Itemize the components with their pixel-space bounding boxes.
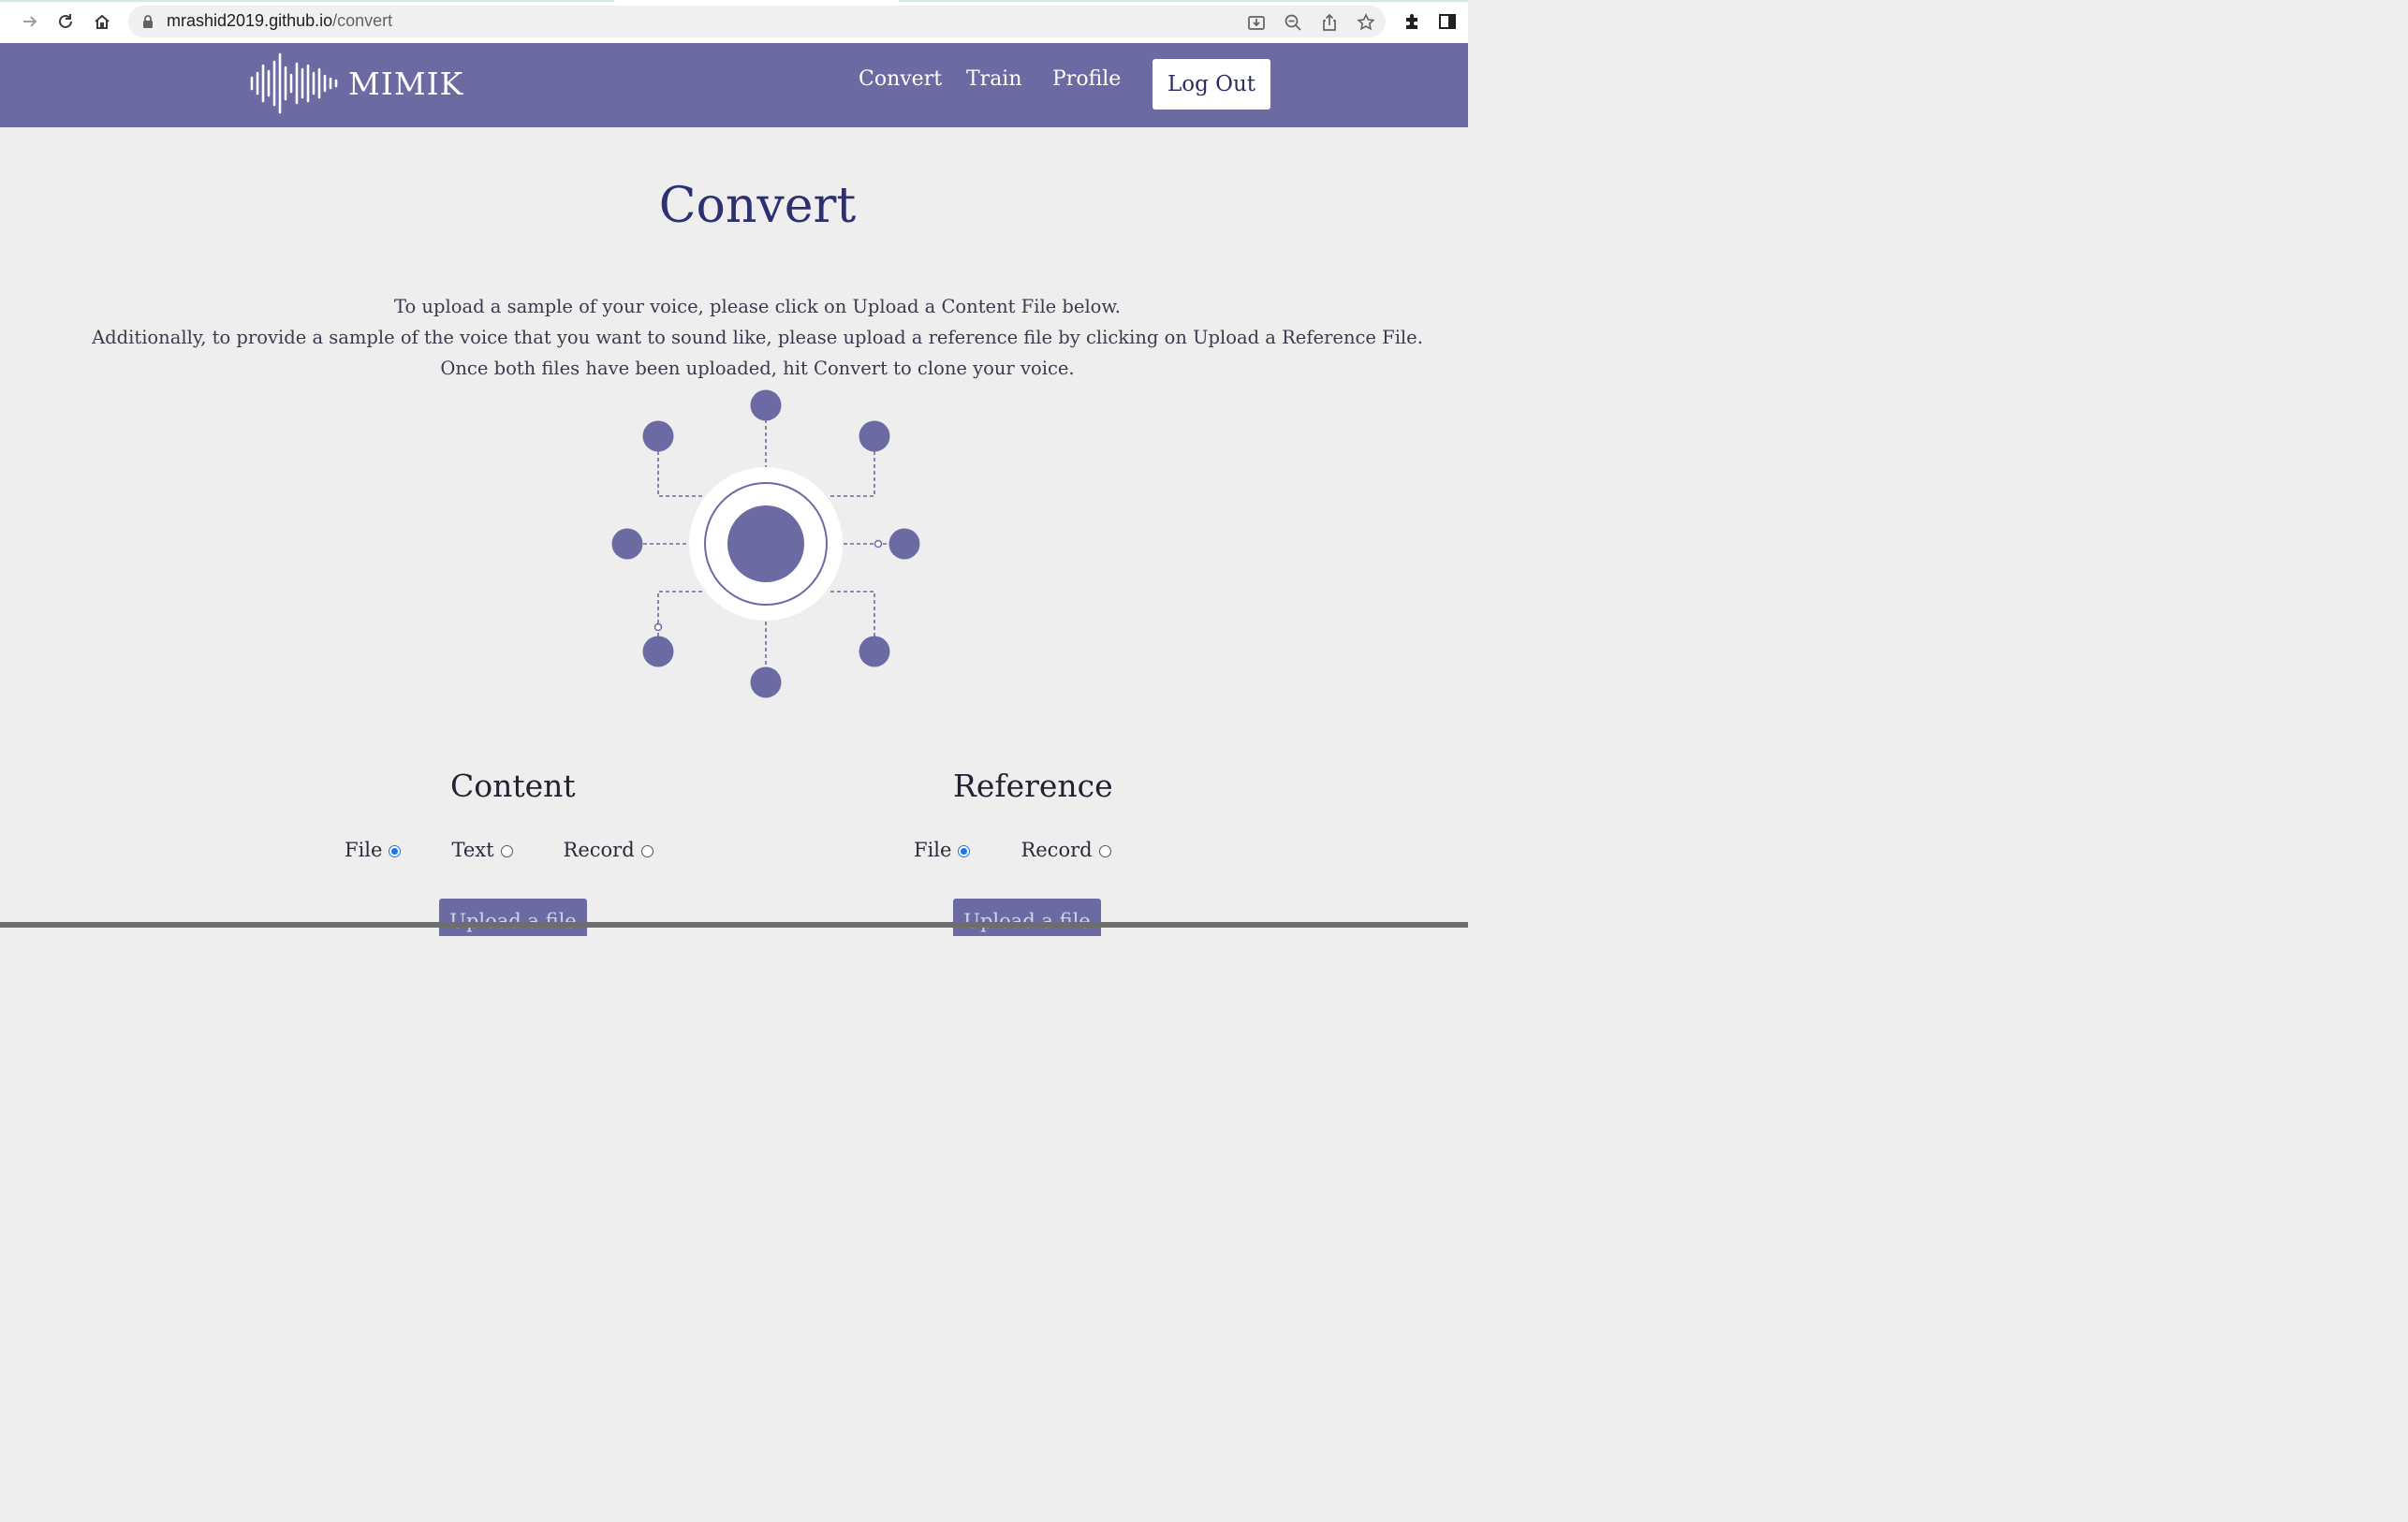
- lock-icon[interactable]: [141, 14, 154, 33]
- loading-indicator: [899, 0, 1468, 2]
- logout-button[interactable]: Log Out: [1153, 59, 1270, 110]
- loading-indicator: [0, 0, 614, 2]
- content-option-record[interactable]: Record: [564, 839, 653, 861]
- reference-option-record[interactable]: Record: [1020, 839, 1111, 861]
- intro-line: Additionally, to provide a sample of the…: [92, 327, 1423, 348]
- intro-line: To upload a sample of your voice, please…: [394, 296, 1121, 317]
- content-option-file[interactable]: File: [345, 839, 402, 861]
- option-label: Record: [1020, 839, 1093, 861]
- reference-upload-button[interactable]: Upload a file: [953, 899, 1101, 936]
- nav-profile[interactable]: Profile: [1052, 67, 1121, 91]
- option-label: File: [345, 839, 383, 861]
- horizontal-scrollbar[interactable]: [0, 922, 1468, 928]
- reload-icon[interactable]: [54, 10, 77, 33]
- radio-button[interactable]: [958, 844, 971, 857]
- zoom-out-icon[interactable]: [1283, 12, 1303, 33]
- option-label: Record: [563, 839, 635, 861]
- address-bar[interactable]: mrashid2019.github.io/convert: [128, 6, 1386, 37]
- option-label: Text: [451, 839, 494, 861]
- brand-logo[interactable]: MIMIK: [249, 52, 463, 114]
- radio-button[interactable]: [500, 844, 513, 857]
- install-icon[interactable]: [1246, 12, 1267, 33]
- browser-toolbar: mrashid2019.github.io/convert: [0, 0, 1468, 43]
- radio-button[interactable]: [389, 844, 402, 857]
- bookmark-star-icon[interactable]: [1356, 12, 1376, 33]
- voice-hub-illustration: [611, 389, 920, 698]
- radio-button[interactable]: [640, 844, 653, 857]
- page-title: Convert: [658, 178, 857, 234]
- site-header: MIMIK Convert Train Profile Log Out: [0, 43, 1468, 127]
- content-option-text[interactable]: Text: [451, 839, 513, 861]
- nav-train[interactable]: Train: [966, 67, 1022, 91]
- option-label: File: [914, 839, 952, 861]
- brand-name: MIMIK: [348, 65, 464, 102]
- reference-source-options: File Record: [914, 839, 1111, 861]
- nav-convert[interactable]: Convert: [859, 67, 942, 91]
- sidepanel-icon[interactable]: [1436, 10, 1459, 33]
- reference-option-file[interactable]: File: [914, 839, 971, 861]
- back-arrow-icon[interactable]: [19, 10, 41, 33]
- intro-text: To upload a sample of your voice, please…: [0, 291, 1515, 384]
- reference-title: Reference: [953, 768, 1113, 804]
- url-text[interactable]: mrashid2019.github.io/convert: [167, 11, 392, 31]
- radio-button[interactable]: [1098, 844, 1111, 857]
- extensions-icon[interactable]: [1401, 10, 1423, 33]
- home-icon[interactable]: [91, 10, 113, 33]
- share-icon[interactable]: [1319, 12, 1340, 33]
- content-source-options: File Text Record: [345, 839, 653, 861]
- content-title: Content: [450, 768, 576, 804]
- intro-line: Once both files have been uploaded, hit …: [440, 358, 1075, 379]
- content-upload-button[interactable]: Upload a file: [439, 899, 587, 936]
- soundwave-logo-icon: [250, 52, 338, 114]
